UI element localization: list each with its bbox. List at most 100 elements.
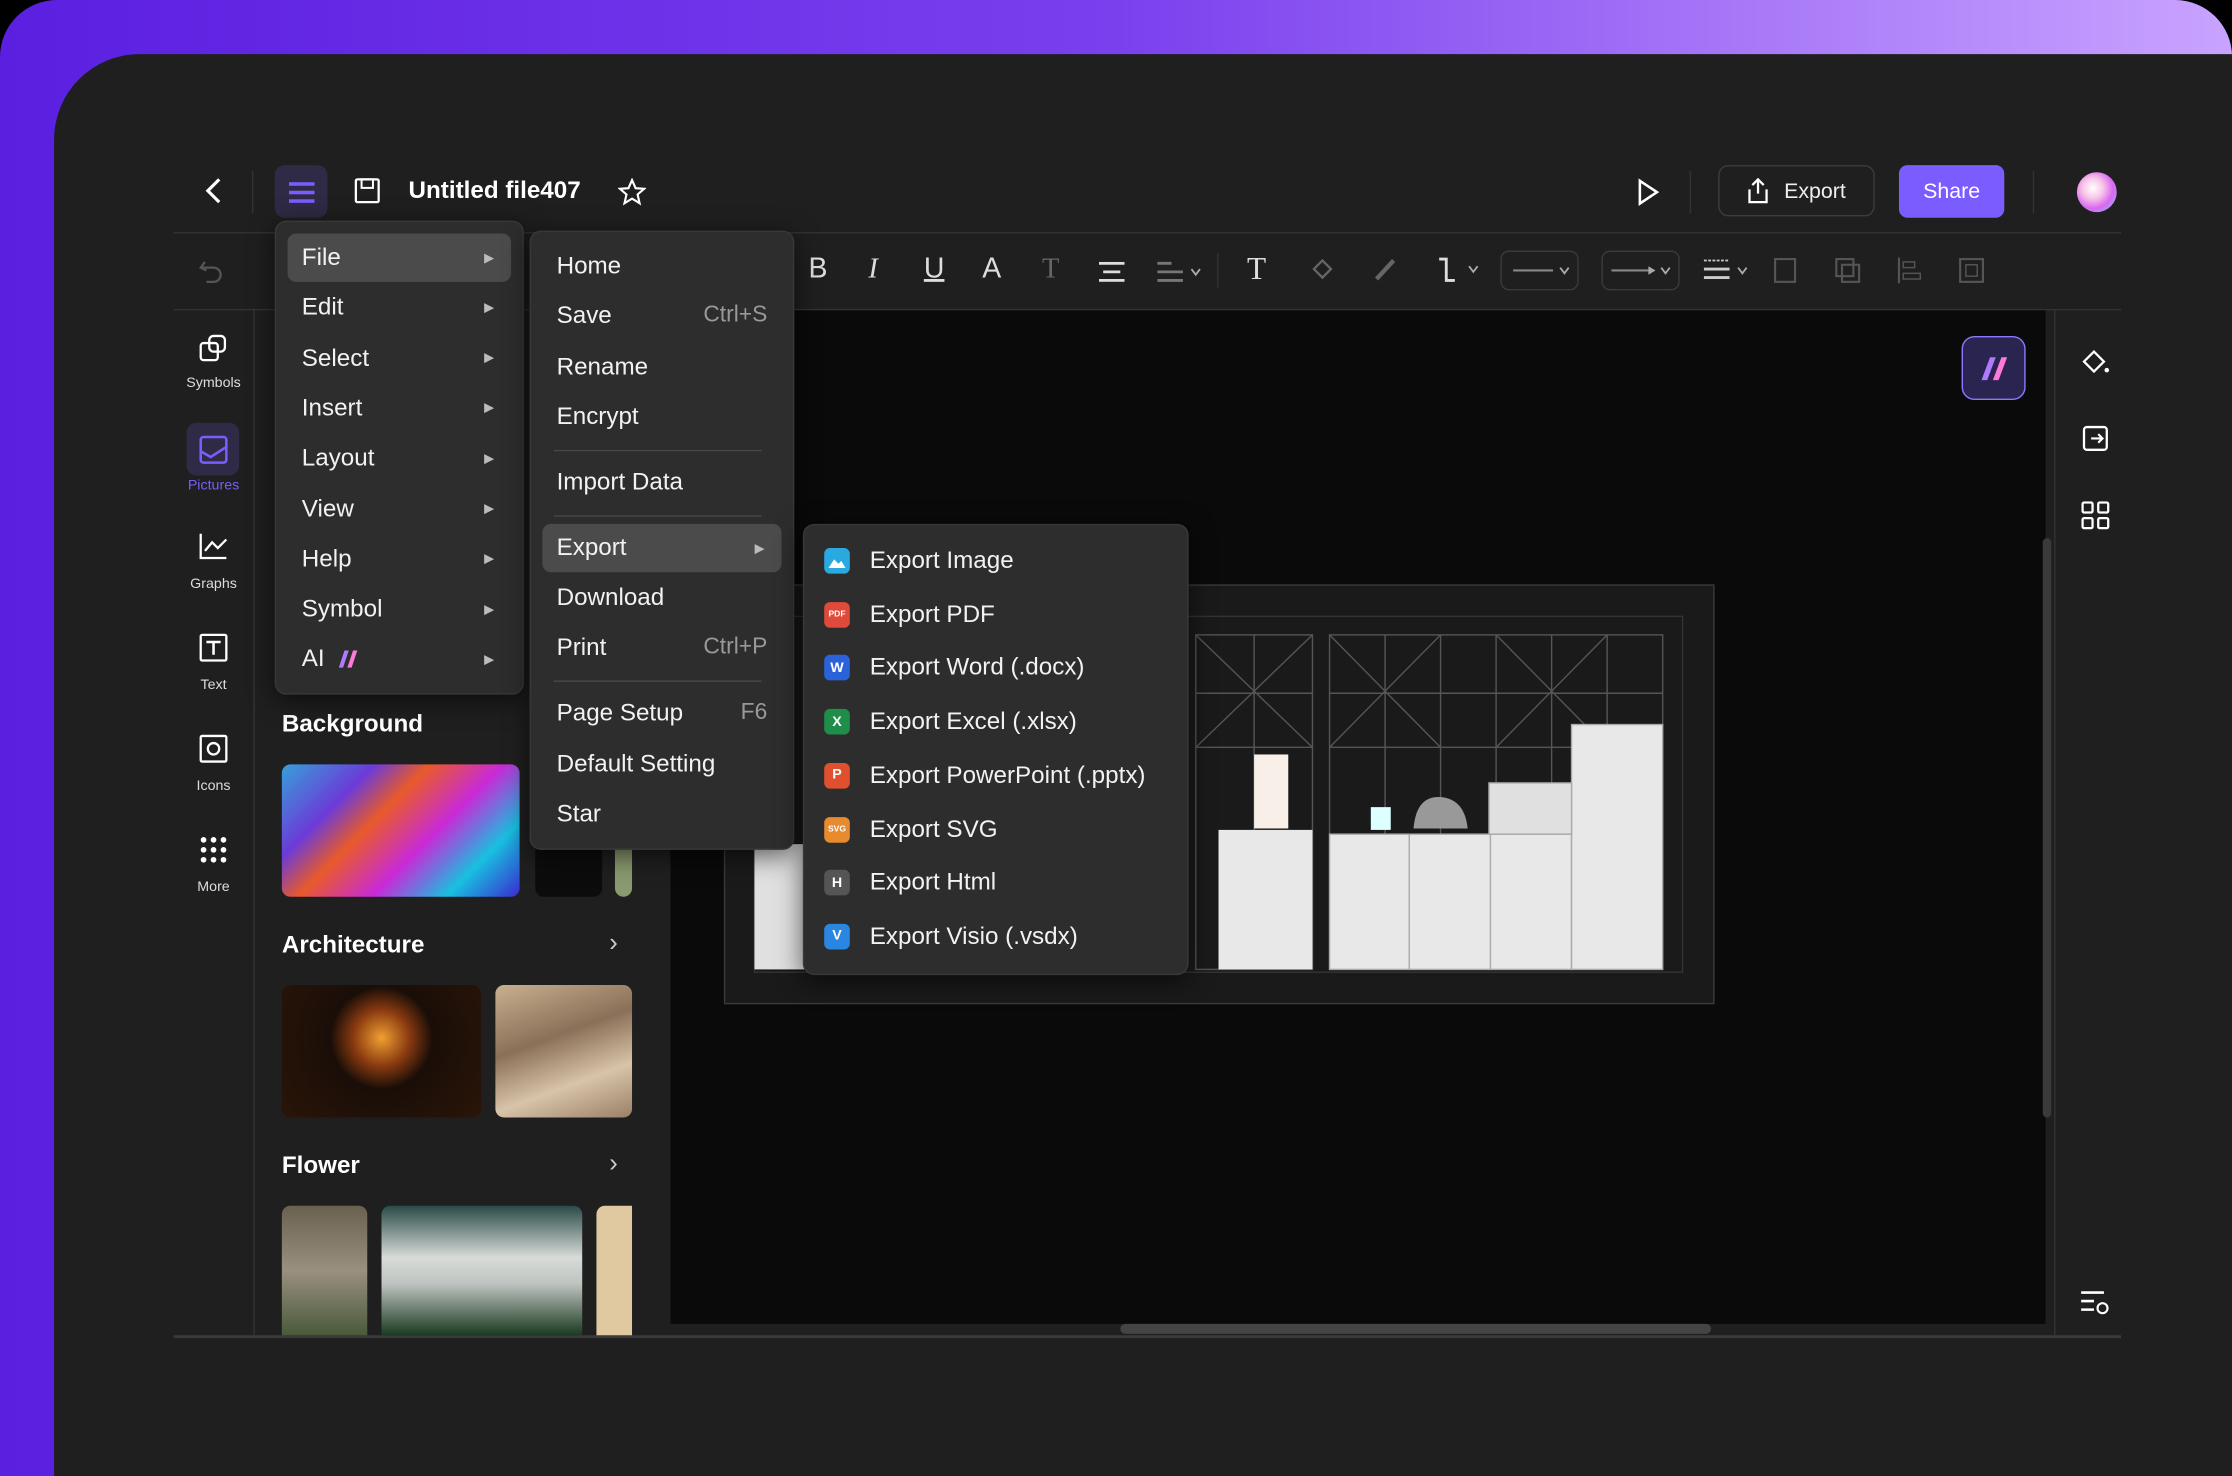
export-menu-item[interactable]: PDF Export PDF	[824, 590, 1176, 638]
section-title-background: Background	[281, 710, 424, 738]
style-fill-icon[interactable]	[2078, 344, 2112, 378]
export-button[interactable]: Export	[1718, 165, 1875, 217]
menu-item-symbol[interactable]: Symbol ▶	[288, 585, 511, 633]
export-menu-item[interactable]: Export Image	[824, 537, 1176, 585]
send-back-icon[interactable]	[1832, 255, 1863, 286]
menu-item-edit[interactable]: Edit ▶	[288, 284, 511, 332]
sidebar-item-graphs[interactable]: Graphs	[174, 531, 254, 592]
file-menu-item-home[interactable]: Home	[542, 242, 781, 290]
align-left-icon[interactable]	[1895, 255, 1926, 286]
sidebar-item-icons[interactable]: Icons	[174, 733, 254, 794]
share-button[interactable]: Share	[1898, 165, 2005, 218]
line-spacing-icon[interactable]	[1156, 258, 1204, 286]
horizontal-scrollbar[interactable]	[1120, 1323, 1712, 1334]
group-icon[interactable]	[1956, 255, 1987, 286]
menu-item-ai[interactable]: AI ▶	[288, 635, 511, 683]
menu-item-label: Export Visio (.vsdx)	[869, 922, 1078, 950]
sidebar-label: More	[197, 879, 230, 896]
menu-item-label: Export Excel (.xlsx)	[869, 707, 1077, 735]
italic-icon[interactable]: I	[868, 253, 877, 286]
bring-front-icon[interactable]	[1771, 255, 1802, 286]
save-icon[interactable]	[353, 177, 381, 205]
flower-thumbnail[interactable]	[381, 1205, 583, 1336]
file-menu-item-print[interactable]: Print Ctrl+P	[542, 623, 781, 671]
file-menu-item-star[interactable]: Star	[542, 790, 781, 838]
menu-item-label: Export SVG	[869, 814, 998, 843]
grid-icon[interactable]	[2078, 498, 2112, 532]
line-style-select[interactable]	[1500, 250, 1579, 291]
play-icon[interactable]	[1633, 177, 1664, 208]
menu-item-label: Page Setup	[556, 698, 684, 726]
architecture-thumbnail[interactable]	[281, 985, 482, 1118]
html-file-icon: H	[824, 870, 850, 896]
file-menu-item-rename[interactable]: Rename	[542, 343, 781, 391]
export-menu-item[interactable]: V Export Visio (.vsdx)	[824, 912, 1176, 960]
sidebar-item-symbols[interactable]: Symbols	[174, 330, 254, 391]
file-menu-item-import-data[interactable]: Import Data	[542, 458, 781, 506]
export-menu-item[interactable]: P Export PowerPoint (.pptx)	[824, 751, 1176, 799]
connector-icon[interactable]	[1435, 253, 1483, 287]
font-color-icon[interactable]: A	[982, 253, 1001, 286]
menu-icon[interactable]	[274, 165, 328, 218]
menu-item-view[interactable]: View ▶	[288, 485, 511, 533]
arrow-style-select[interactable]	[1601, 250, 1680, 291]
ai-assistant-button[interactable]	[1961, 335, 2026, 401]
file-menu-item-encrypt[interactable]: Encrypt	[542, 393, 781, 441]
menu-item-file[interactable]: File ▶	[287, 233, 512, 282]
file-menu-item-export[interactable]: Export ▶	[542, 523, 782, 573]
text-style-icon[interactable]: T	[1042, 253, 1059, 286]
undo-icon[interactable]	[196, 256, 224, 284]
file-menu-item-page-setup[interactable]: Page Setup F6	[542, 689, 781, 737]
submenu-arrow-icon: ▶	[484, 551, 494, 566]
file-menu-item-download[interactable]: Download	[542, 574, 781, 622]
export-menu-item[interactable]: SVG Export SVG	[824, 805, 1176, 853]
menu-item-insert[interactable]: Insert ▶	[288, 384, 511, 432]
back-icon[interactable]	[199, 174, 227, 208]
architecture-thumbnail[interactable]	[495, 985, 633, 1118]
menu-item-label: Home	[556, 251, 622, 280]
submenu-arrow-icon: ▶	[484, 501, 494, 516]
sidebar-item-pictures[interactable]: Pictures	[174, 422, 254, 494]
shortcut-label: Ctrl+S	[703, 303, 768, 328]
document-title[interactable]: Untitled file407	[409, 177, 581, 205]
file-menu-item-save[interactable]: Save Ctrl+S	[542, 292, 781, 340]
menu-item-label: Export PowerPoint (.pptx)	[869, 761, 1146, 789]
menu-item-help[interactable]: Help ▶	[288, 535, 511, 583]
chevron-right-icon[interactable]: ›	[609, 1149, 618, 1179]
menu-item-select[interactable]: Select ▶	[288, 334, 511, 382]
vertical-scrollbar[interactable]	[2042, 538, 2052, 1118]
fill-icon[interactable]	[1307, 253, 1338, 284]
divider	[251, 170, 254, 214]
flower-thumbnail[interactable]	[596, 1205, 633, 1336]
export-icon	[1748, 177, 1769, 204]
word-file-icon: W	[824, 655, 850, 681]
background-thumbnail[interactable]	[281, 764, 520, 897]
brush-icon[interactable]	[1369, 253, 1400, 284]
star-icon[interactable]	[616, 177, 647, 208]
submenu-arrow-icon: ▶	[484, 300, 494, 315]
section-title-architecture: Architecture	[281, 930, 425, 959]
sidebar-item-text[interactable]: Text	[174, 632, 254, 693]
menu-item-layout[interactable]: Layout ▶	[288, 434, 511, 482]
export-menu-item[interactable]: W Export Word (.docx)	[824, 644, 1176, 692]
chevron-right-icon[interactable]: ›	[609, 928, 618, 958]
sidebar-item-more[interactable]: More	[174, 834, 254, 895]
export-menu-item[interactable]: X Export Excel (.xlsx)	[824, 698, 1176, 746]
export-submenu: Export Image PDF Export PDF W Export Word (.…	[802, 523, 1189, 976]
underline-icon[interactable]: U	[924, 253, 945, 286]
settings-list-icon[interactable]	[2078, 1285, 2112, 1319]
menu-item-label: Edit	[301, 293, 344, 321]
avatar[interactable]	[2076, 172, 2117, 213]
graphs-icon	[199, 533, 228, 560]
file-menu-item-default-setting[interactable]: Default Setting	[542, 740, 781, 788]
bold-icon[interactable]: B	[809, 253, 828, 286]
flower-thumbnail[interactable]	[281, 1205, 368, 1336]
align-icon[interactable]	[1098, 258, 1126, 286]
format-panel-icon[interactable]	[2078, 421, 2112, 455]
menu-item-label: Encrypt	[556, 402, 639, 430]
menu-item-label: Star	[556, 800, 601, 828]
ai-icon	[338, 651, 358, 669]
text-icon[interactable]: T	[1247, 251, 1266, 288]
export-menu-item[interactable]: H Export Html	[824, 859, 1176, 907]
line-weight-icon[interactable]	[1701, 253, 1752, 287]
